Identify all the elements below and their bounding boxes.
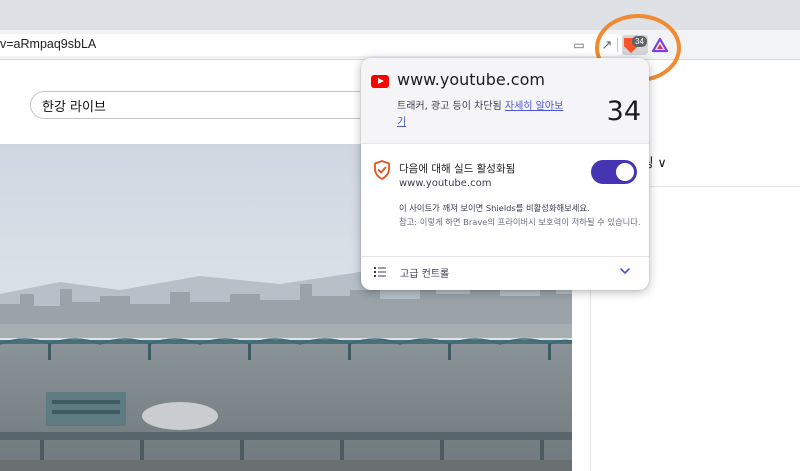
toggle-knob <box>616 163 634 181</box>
blocked-description: 트래커, 광고 등이 차단됨 자세히 알아보기 <box>397 99 565 131</box>
shields-status-domain: www.youtube.com <box>399 178 492 189</box>
broken-site-note: 이 사이트가 깨져 보이면 Shields를 비활성화해보세요. 참고: 이렇게 … <box>399 201 643 229</box>
shields-popup: www.youtube.com 트래커, 광고 등이 차단됨 자세히 알아보기 … <box>361 58 649 290</box>
shield-icon <box>374 160 390 180</box>
blocked-count: 34 <box>606 96 641 127</box>
list-icon <box>374 267 386 277</box>
chevron-down-icon[interactable] <box>619 266 631 276</box>
toolbar-separator <box>617 38 618 52</box>
advanced-controls-label[interactable]: 고급 컨트롤 <box>400 265 449 280</box>
search-input-value[interactable]: 한강 라이브 <box>42 96 106 115</box>
cast-icon[interactable]: ▭ <box>570 35 588 55</box>
blocked-text: 트래커, 광고 등이 차단됨 <box>397 101 505 112</box>
broken-site-warning: 참고: 이렇게 하면 Brave의 프라이버시 보호력이 저하될 수 있습니다. <box>399 217 641 227</box>
site-title: www.youtube.com <box>397 70 545 89</box>
address-bar-url[interactable]: v=aRmpaq9sbLA <box>0 37 96 51</box>
brave-rewards-icon[interactable] <box>652 37 668 53</box>
brave-shields-button[interactable]: 34 <box>622 35 648 55</box>
share-icon[interactable]: ↗ <box>598 35 616 55</box>
broken-site-hint: 이 사이트가 깨져 보이면 Shields를 비활성화해보세요. <box>399 203 590 213</box>
shields-toggle[interactable] <box>591 160 637 184</box>
brave-shields-badge: 34 <box>632 36 647 47</box>
youtube-icon <box>371 75 389 88</box>
play-icon <box>378 78 384 84</box>
shields-status-label: 다음에 대해 실드 활성화됨 <box>399 163 516 175</box>
tab-strip <box>0 0 800 30</box>
